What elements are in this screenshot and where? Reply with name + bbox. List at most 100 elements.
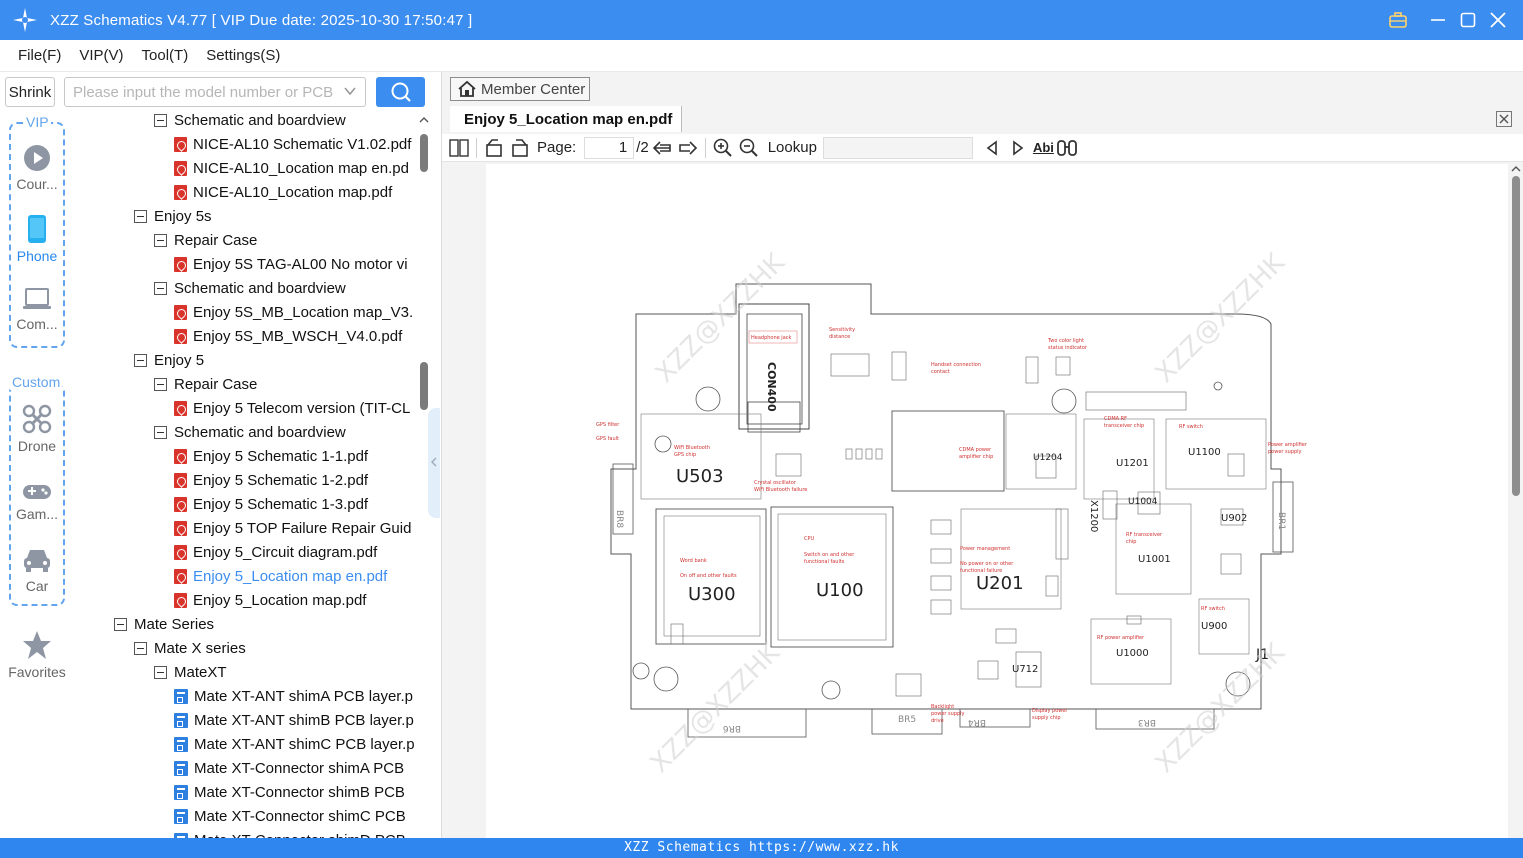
tab-document[interactable]: Enjoy 5_Location map en.pdf: [450, 106, 682, 132]
collapse-toggle-icon[interactable]: [134, 209, 147, 223]
next-page-icon[interactable]: [675, 135, 701, 161]
page-number-input[interactable]: 1: [584, 136, 635, 159]
svg-text:U902: U902: [1221, 513, 1247, 524]
binoculars-icon[interactable]: [1054, 135, 1080, 161]
tree-file[interactable]: Mate XT-ANT shimC PCB layer.p: [174, 732, 415, 756]
tree-folder[interactable]: Mate Series: [114, 612, 214, 636]
pdf-page[interactable]: CON400 U503 U300 U100 U201 U1201 U1204 U…: [486, 164, 1508, 838]
tree-folder[interactable]: Schematic and boardview: [154, 420, 346, 444]
tree-file[interactable]: Enjoy 5_Location map en.pdf: [174, 564, 387, 588]
close-all-tabs-icon[interactable]: [1496, 111, 1512, 127]
tree-item-label: Enjoy 5 Schematic 1-3.pdf: [193, 495, 369, 513]
tree-file[interactable]: Mate XT-Connector shimC PCB: [174, 804, 406, 828]
page-scrollbar[interactable]: [1509, 164, 1523, 838]
tree-item-label: Mate X series: [154, 639, 246, 657]
chevron-up-icon[interactable]: [1509, 164, 1523, 174]
match-case-toggle[interactable]: Abi: [1033, 140, 1054, 155]
svg-text:BR8: BR8: [614, 510, 624, 528]
tree-file[interactable]: Mate XT-Connector shimA PCB: [174, 756, 404, 780]
tree-item-label: Repair Case: [174, 375, 258, 393]
minimize-button[interactable]: [1423, 0, 1453, 40]
maximize-button[interactable]: [1453, 0, 1483, 40]
chevron-up-icon[interactable]: [418, 114, 430, 126]
svg-text:CON400: CON400: [765, 362, 778, 412]
tree-file[interactable]: Enjoy 5 Schematic 1-3.pdf: [174, 492, 368, 516]
menu-vip[interactable]: VIP(V): [79, 47, 123, 64]
menu-tool[interactable]: Tool(T): [142, 47, 189, 64]
tree-file[interactable]: Mate XT-Connector shimB PCB: [174, 780, 405, 804]
menu-file[interactable]: File(F): [18, 47, 61, 64]
tree-folder[interactable]: MateXT: [154, 660, 227, 684]
rail-item-phone[interactable]: Phone: [0, 214, 74, 264]
zoom-out-icon[interactable]: [736, 135, 762, 161]
tree-folder[interactable]: Schematic and boardview: [154, 112, 346, 132]
collapse-toggle-icon[interactable]: [154, 113, 167, 127]
tree-scroll-thumb[interactable]: [420, 134, 428, 172]
tree-file[interactable]: Mate XT-ANT shimA PCB layer.p: [174, 684, 413, 708]
rotate-right-icon[interactable]: [507, 135, 533, 161]
member-center-button[interactable]: Member Center: [450, 77, 590, 101]
find-previous-icon[interactable]: [979, 135, 1005, 161]
zoom-in-icon[interactable]: [710, 135, 736, 161]
lookup-input[interactable]: [822, 136, 973, 159]
collapse-toggle-icon[interactable]: [154, 665, 167, 679]
svg-text:Backlight: Backlight: [931, 704, 954, 710]
collapse-toggle-icon[interactable]: [134, 353, 147, 367]
tree-file[interactable]: Enjoy 5_Location map.pdf: [174, 588, 366, 612]
tree-file[interactable]: NICE-AL10 Schematic V1.02.pdf: [174, 132, 411, 156]
rail-item-courses[interactable]: Cour...: [0, 144, 74, 192]
briefcase-icon[interactable]: [1383, 0, 1413, 40]
tree-folder[interactable]: Enjoy 5: [134, 348, 204, 372]
collapse-toggle-icon[interactable]: [114, 617, 127, 631]
svg-text:functional failure: functional failure: [960, 568, 1002, 574]
tree-file[interactable]: Mate XT-ANT shimB PCB layer.p: [174, 708, 414, 732]
tree-item-label: NICE-AL10 Schematic V1.02.pdf: [193, 135, 412, 153]
rail-item-computer[interactable]: Com...: [0, 286, 74, 332]
tree-file[interactable]: Enjoy 5 Schematic 1-1.pdf: [174, 444, 368, 468]
two-page-icon[interactable]: [446, 135, 472, 161]
tree-folder[interactable]: Enjoy 5s: [134, 204, 212, 228]
collapse-toggle-icon[interactable]: [154, 425, 167, 439]
tree-file[interactable]: Enjoy 5_Circuit diagram.pdf: [174, 540, 377, 564]
tree-file[interactable]: Enjoy 5S_MB_WSCH_V4.0.pdf: [174, 324, 402, 348]
find-next-icon[interactable]: [1005, 135, 1031, 161]
tree-folder[interactable]: Repair Case: [154, 372, 257, 396]
tree-file[interactable]: Enjoy 5 Telecom version (TIT-CL: [174, 396, 410, 420]
tree-folder[interactable]: Mate X series: [134, 636, 246, 660]
tree-folder[interactable]: Schematic and boardview: [154, 276, 346, 300]
svg-text:Sensitivity: Sensitivity: [829, 327, 855, 333]
collapse-toggle-icon[interactable]: [154, 281, 167, 295]
tree-file[interactable]: Mate XT-Connector shimD PCB: [174, 828, 406, 838]
tree-file[interactable]: Enjoy 5 TOP Failure Repair Guid: [174, 516, 411, 540]
tree-file[interactable]: NICE-AL10_Location map en.pd: [174, 156, 409, 180]
rotate-left-icon[interactable]: [481, 135, 507, 161]
rail-item-car[interactable]: Car: [0, 546, 74, 594]
search-input[interactable]: [65, 78, 335, 106]
shrink-button[interactable]: Shrink: [5, 77, 55, 107]
tree-file[interactable]: NICE-AL10_Location map.pdf: [174, 180, 392, 204]
collapse-toggle-icon[interactable]: [154, 233, 167, 247]
rail-item-drone[interactable]: Drone: [0, 404, 74, 454]
rail-item-favorites[interactable]: Favorites: [0, 630, 74, 680]
custom-group-label: Custom: [10, 374, 63, 390]
tree-scroll-thumb-lower[interactable]: [420, 362, 428, 410]
panel-collapse-handle[interactable]: [428, 408, 440, 518]
page-scroll-thumb[interactable]: [1512, 176, 1520, 496]
tree-file[interactable]: Enjoy 5S_MB_Location map_V3.: [174, 300, 413, 324]
collapse-toggle-icon[interactable]: [154, 377, 167, 391]
svg-text:RF switch: RF switch: [1201, 606, 1225, 612]
rail-item-games[interactable]: Gam...: [0, 480, 74, 522]
collapse-toggle-icon[interactable]: [134, 641, 147, 655]
svg-text:RF switch: RF switch: [1179, 424, 1203, 430]
tree-file[interactable]: Enjoy 5 Schematic 1-2.pdf: [174, 468, 368, 492]
tree-item-label: Repair Case: [174, 231, 258, 249]
previous-page-icon[interactable]: [649, 135, 675, 161]
model-search-combo[interactable]: [64, 77, 366, 107]
menu-settings[interactable]: Settings(S): [206, 47, 280, 64]
close-button[interactable]: [1483, 0, 1513, 40]
pdf-icon: [174, 448, 187, 464]
tree-folder[interactable]: Repair Case: [154, 228, 257, 252]
search-button[interactable]: [376, 77, 425, 107]
chevron-down-icon[interactable]: [343, 84, 357, 98]
tree-file[interactable]: Enjoy 5S TAG-AL00 No motor vi: [174, 252, 408, 276]
